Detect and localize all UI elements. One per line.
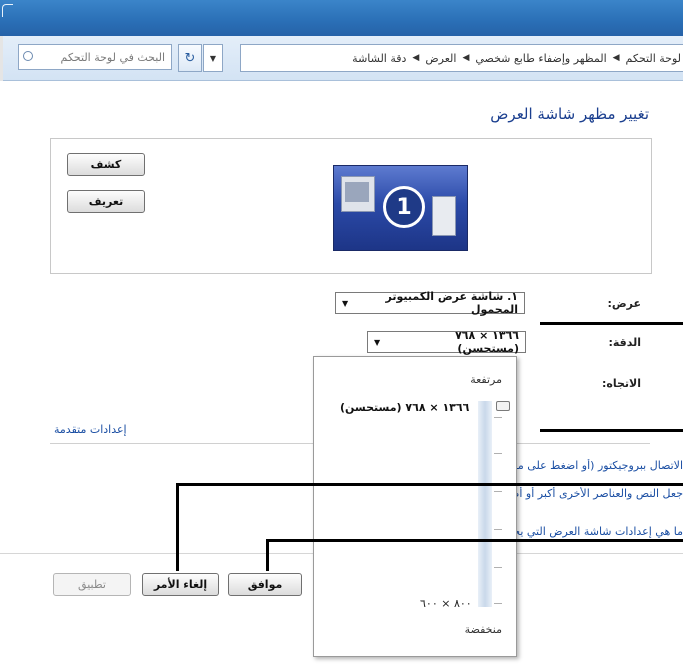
breadcrumb-item[interactable]: لوحة التحكم <box>626 52 681 65</box>
resolution-select[interactable]: ١٣٦٦ × ٧٦٨ (مستحسن) ▼ <box>367 329 526 355</box>
refresh-icon: ↻ <box>184 50 196 66</box>
callout-line <box>266 539 683 542</box>
callout-line <box>176 483 683 486</box>
chevron-down-icon: ▼ <box>374 337 381 347</box>
window-thumbnail <box>341 176 375 212</box>
projector-link[interactable]: الاتصال ببروجيكتور (أو اضغط على مفتاح <box>493 459 683 472</box>
breadcrumb[interactable]: لوحة التحكم ◀ المظهر وإضفاء طابع شخصي ◀ … <box>240 44 683 72</box>
high-label: مرتفعة <box>470 373 502 386</box>
chevron-left-icon: ◀ <box>462 53 470 63</box>
chevron-left-icon: ◀ <box>412 53 420 63</box>
callout-line <box>176 483 179 571</box>
resolution-select-value: ١٣٦٦ × ٧٦٨ (مستحسن) <box>455 329 519 355</box>
address-bar: لوحة التحكم ◀ المظهر وإضفاء طابع شخصي ◀ … <box>0 36 683 81</box>
slider-tick <box>494 567 502 568</box>
window-thumbnail <box>432 196 456 236</box>
slider-tick <box>494 603 502 604</box>
monitor-icon[interactable]: 1 <box>333 165 468 251</box>
resolution-label: الدقة: <box>608 336 641 349</box>
slider-tick <box>494 417 502 418</box>
refresh-button[interactable]: ↻ <box>178 44 202 72</box>
apply-button[interactable]: تطبيق <box>53 573 131 596</box>
display-preview-panel: كشف تعريف 1 <box>50 138 652 274</box>
search-input[interactable]: البحث في لوحة التحكم <box>18 44 172 70</box>
callout-line <box>540 322 683 325</box>
chevron-left-icon: ◀ <box>612 53 620 63</box>
orientation-label: الاتجاه: <box>601 377 641 390</box>
slider-tick <box>494 491 502 492</box>
monitor-number: 1 <box>383 186 425 228</box>
resolution-slider-thumb[interactable] <box>496 401 510 411</box>
page-title: تغيير مظهر شاشة العرض <box>490 105 649 123</box>
breadcrumb-item[interactable]: دقة الشاشة <box>352 52 406 65</box>
ok-button[interactable]: موافق <box>228 573 302 596</box>
text-size-link[interactable]: جعل النص والعناصر الأخرى أكبر أو أصغر <box>493 487 683 500</box>
address-dropdown-button[interactable]: ▼ <box>203 44 223 72</box>
resolution-slider-track[interactable] <box>478 401 492 607</box>
breadcrumb-item[interactable]: العرض <box>425 52 456 65</box>
display-select-value: ١. شاشة عرض الكمبيوتر المحمول <box>385 290 519 316</box>
breadcrumb-item[interactable]: المظهر وإضفاء طابع شخصي <box>475 52 606 65</box>
chevron-down-icon: ▼ <box>342 298 349 308</box>
search-icon <box>23 51 33 61</box>
window-icon <box>2 4 13 17</box>
display-select[interactable]: ١. شاشة عرض الكمبيوتر المحمول ▼ <box>335 290 525 316</box>
advanced-settings-link[interactable]: إعدادات متقدمة <box>54 423 127 436</box>
min-resolution-label: ٨٠٠ × ٦٠٠ <box>420 597 472 610</box>
resolution-popup: مرتفعة ١٣٦٦ × ٧٦٨ (مستحسن) ٨٠٠ × ٦٠٠ منخ… <box>313 356 517 657</box>
cancel-button[interactable]: إلغاء الأمر <box>142 573 219 596</box>
detect-button[interactable]: كشف <box>67 153 145 176</box>
display-settings-help-link[interactable]: ما هي إعدادات شاشة العرض التي يجب اختيار… <box>493 525 683 538</box>
callout-line <box>540 429 683 432</box>
current-resolution-label: ١٣٦٦ × ٧٦٨ (مستحسن) <box>340 401 470 414</box>
identify-button[interactable]: تعريف <box>67 190 145 213</box>
slider-tick <box>494 529 502 530</box>
window-titlebar <box>0 0 683 36</box>
slider-tick <box>494 453 502 454</box>
display-label: عرض: <box>607 297 641 310</box>
low-label: منخفضة <box>464 623 502 636</box>
search-placeholder: البحث في لوحة التحكم <box>60 50 166 64</box>
callout-line <box>266 539 269 571</box>
